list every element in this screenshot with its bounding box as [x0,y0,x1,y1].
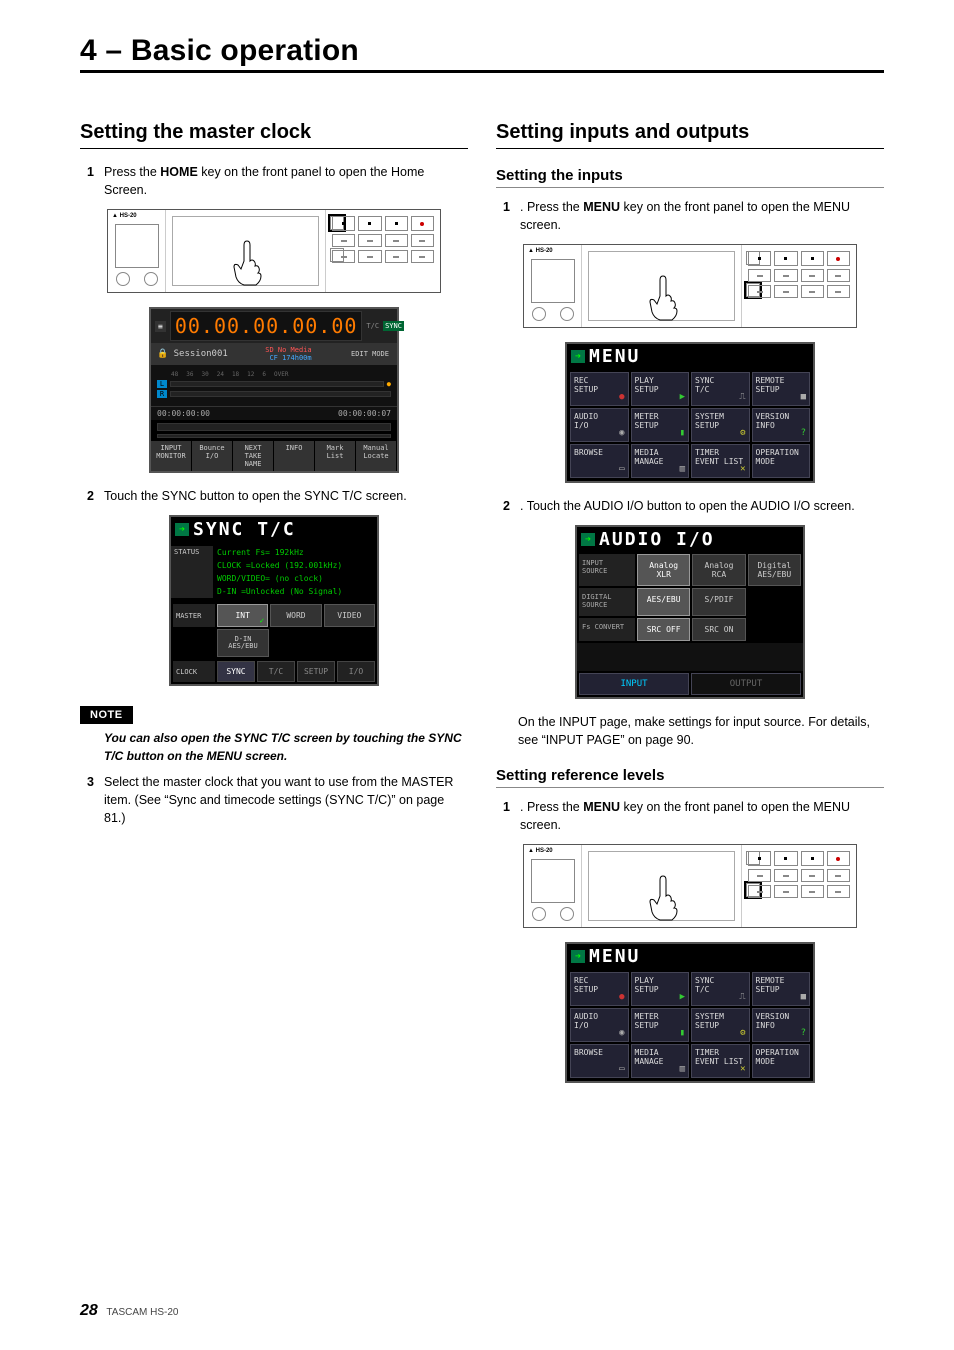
rb-step-1: 1 . Press the MENU key on the front pane… [496,798,884,834]
menu-cell-browse[interactable]: BROWSE▭ [570,1044,629,1078]
tab-setup[interactable]: SETUP [297,661,335,682]
tab-io[interactable]: I/O [337,661,375,682]
aio-btn[interactable]: SRC OFF [637,618,690,641]
tab-tc[interactable]: T/C [257,661,295,682]
home-tab[interactable]: Mark List [315,441,356,471]
menu-cell-sync[interactable]: SYNCT/C⎍ [691,372,750,406]
note-text: You can also open the SYNC T/C screen by… [104,730,468,765]
menu-cell-audio[interactable]: AUDIOI/O◉ [570,408,629,442]
menu-cell-play[interactable]: PLAYSETUP▶ [631,972,690,1006]
menu-cell-version[interactable]: VERSIONINFO? [752,408,811,442]
master-int-button[interactable]: INT [217,604,268,627]
subsection-inputs: Setting the inputs [496,167,884,188]
step-3: 3 Select the master clock that you want … [80,773,468,827]
home-tab[interactable]: INPUT MONITOR [151,441,192,471]
step-1: 1 Press the HOME key on the front panel … [80,163,468,199]
menu-cell-operation[interactable]: OPERATIONMODE [752,1044,811,1078]
tab-input[interactable]: INPUT [579,673,689,695]
back-icon: ➔ [175,523,189,536]
menu-screen-figure: ➔MENURECSETUP●PLAYSETUP▶SYNCT/C⎍REMOTESE… [565,342,815,483]
step-2: 2 Touch the SYNC button to open the SYNC… [80,487,468,505]
home-screen-figure: ≡ 00.00.00.00.00 T/C SYNC 🔒 Session001 S… [149,307,399,473]
r-step-2: 2 . Touch the AUDIO I/O button to open t… [496,497,884,515]
front-panel-figure-menu: ▲ HS-20 [523,244,857,328]
chapter-title: 4 – Basic operation [80,34,884,70]
aio-btn[interactable]: Analog RCA [692,554,745,586]
menu-cell-version[interactable]: VERSIONINFO? [752,1008,811,1042]
master-din-button[interactable]: D-IN AES/EBU [217,629,269,657]
page-footer: 28 TASCAM HS-20 [80,1302,178,1320]
home-tab[interactable]: Manual Locate [356,441,397,471]
master-word-button[interactable]: WORD [270,604,321,627]
menu-cell-sync[interactable]: SYNCT/C⎍ [691,972,750,1006]
home-tab[interactable]: NEXT TAKE NAME [233,441,274,471]
aio-btn[interactable]: Digital AES/EBU [748,554,801,586]
sync-badge: SYNC [383,321,404,331]
menu-icon: ≡ [155,321,166,332]
menu-cell-browse[interactable]: BROWSE▭ [570,444,629,478]
menu-cell-play[interactable]: PLAYSETUP▶ [631,372,690,406]
front-panel-figure: ▲ HS-20 [107,209,441,293]
aio-btn[interactable]: AES/EBU [637,588,690,615]
chapter-header: 4 – Basic operation [80,34,884,73]
product-name: TASCAM HS-20 [106,1307,178,1318]
menu-cell-system[interactable]: SYSTEMSETUP⚙ [691,1008,750,1042]
tab-output[interactable]: OUTPUT [691,673,801,695]
master-video-button[interactable]: VIDEO [324,604,375,627]
home-tab[interactable]: INFO [274,441,315,471]
home-tab[interactable]: Bounce I/O [192,441,233,471]
right-column: Setting inputs and outputs Setting the i… [496,121,884,1097]
timecode-display: 00.00.00.00.00 [170,311,363,341]
menu-cell-remote[interactable]: REMOTESETUP■ [752,972,811,1006]
menu-cell-meter[interactable]: METERSETUP▮ [631,1008,690,1042]
menu-cell-remote[interactable]: REMOTESETUP■ [752,372,811,406]
section-master-clock: Setting the master clock [80,121,468,149]
menu-cell-media[interactable]: MEDIAMANAGE▥ [631,444,690,478]
menu-cell-meter[interactable]: METERSETUP▮ [631,408,690,442]
aio-btn[interactable]: Analog XLR [637,554,690,586]
aio-btn[interactable]: SRC ON [692,618,745,641]
page-number: 28 [80,1302,98,1319]
menu-screen-figure-2: ➔MENURECSETUP●PLAYSETUP▶SYNCT/C⎍REMOTESE… [565,942,815,1083]
menu-cell-media[interactable]: MEDIAMANAGE▥ [631,1044,690,1078]
left-column: Setting the master clock 1 Press the HOM… [80,121,468,1097]
menu-cell-system[interactable]: SYSTEMSETUP⚙ [691,408,750,442]
subsection-ref-levels: Setting reference levels [496,767,884,788]
note-label: NOTE [80,706,133,724]
menu-cell-timer[interactable]: TIMEREVENT LIST✕ [691,444,750,478]
menu-cell-rec[interactable]: RECSETUP● [570,372,629,406]
menu-cell-audio[interactable]: AUDIOI/O◉ [570,1008,629,1042]
menu-cell-timer[interactable]: TIMEREVENT LIST✕ [691,1044,750,1078]
tab-sync[interactable]: SYNC [217,661,255,682]
section-inputs-outputs: Setting inputs and outputs [496,121,884,149]
front-panel-figure-menu-2: ▲ HS-20 [523,844,857,928]
input-page-description: On the INPUT page, make settings for inp… [518,713,884,749]
menu-cell-operation[interactable]: OPERATIONMODE [752,444,811,478]
audio-io-figure: ➔AUDIO I/O INPUT SOURCEAnalog XLRAnalog … [575,525,805,698]
sync-tc-figure: ➔SYNC T/C STATUSCurrent Fs= 192kHz CLOCK… [169,515,379,686]
menu-cell-rec[interactable]: RECSETUP● [570,972,629,1006]
r-step-1: 1 . Press the MENU key on the front pane… [496,198,884,234]
aio-btn[interactable]: S/PDIF [692,588,745,615]
back-icon: ➔ [581,533,595,546]
